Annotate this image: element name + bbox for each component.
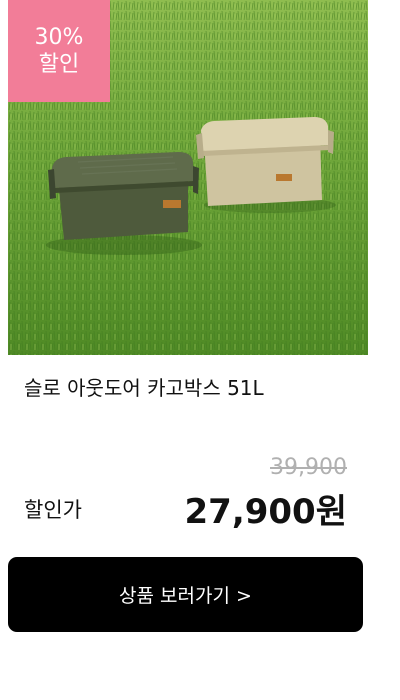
discount-badge: 30% 할인: [8, 0, 110, 102]
discount-label: 할인: [38, 52, 80, 77]
green-box: [48, 152, 199, 240]
sale-price-label: 할인가: [24, 498, 82, 522]
product-name[interactable]: 슬로 아웃도어 카고박스 51L: [24, 372, 264, 401]
view-product-button[interactable]: 상품 보러가기 >: [8, 557, 363, 632]
beige-box: [196, 117, 334, 206]
original-price: 39,900: [270, 455, 347, 480]
discount-percent: 30%: [34, 24, 84, 50]
sale-price: 27,900원: [184, 492, 347, 532]
